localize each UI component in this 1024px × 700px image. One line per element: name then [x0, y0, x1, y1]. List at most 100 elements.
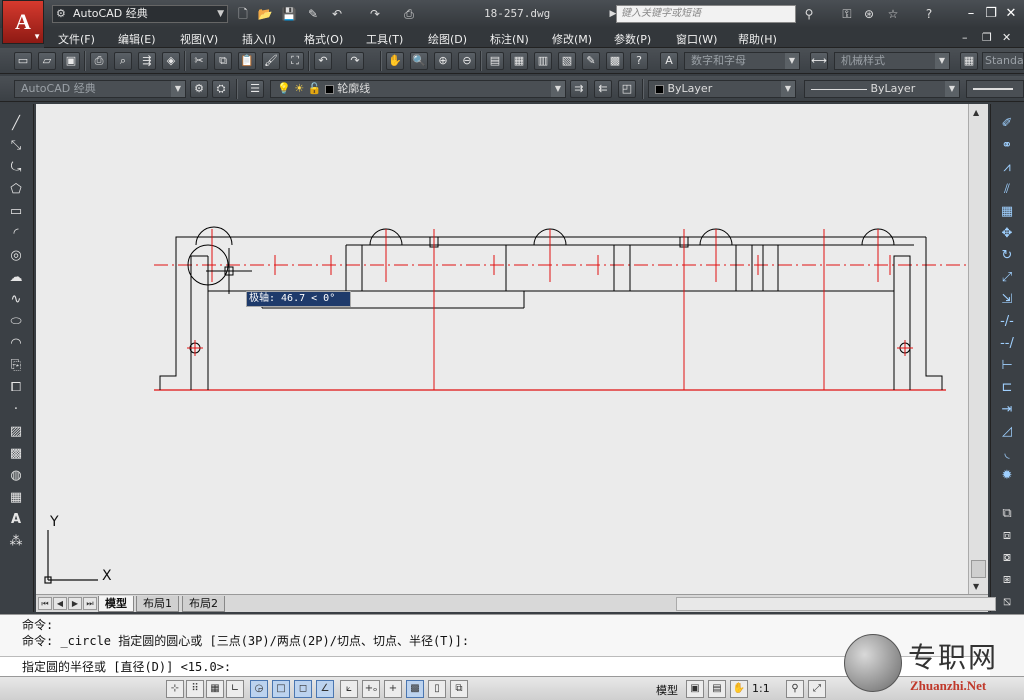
circle-icon[interactable]: ◎	[6, 246, 26, 266]
tab-layout1[interactable]: 布局1	[136, 596, 179, 612]
model-space-canvas[interactable]: Y X	[36, 104, 968, 594]
minimize-button[interactable]: –	[962, 5, 980, 23]
ellipse-arc-icon[interactable]: ◠	[6, 334, 26, 354]
multiline-text-icon[interactable]: A	[6, 510, 26, 530]
design-center-icon[interactable]: ▦	[510, 52, 528, 70]
point-icon[interactable]: ·	[6, 400, 26, 420]
model-space-label[interactable]: 模型	[656, 682, 678, 698]
3d-object-snap-icon[interactable]: ◻	[294, 680, 312, 698]
hatch-icon[interactable]: ▨	[6, 422, 26, 442]
paste-icon[interactable]: 📋	[238, 52, 256, 70]
layer-select[interactable]: 💡 ☀ 🔓 轮廓线 ▼	[270, 80, 566, 98]
redo-icon[interactable]: ↷	[346, 52, 364, 70]
trim-icon[interactable]: -/-	[997, 312, 1017, 332]
draw-order-icon[interactable]: ⧉	[997, 504, 1017, 524]
pan-status-icon[interactable]: ✋	[730, 680, 748, 698]
scroll-down-icon[interactable]: ▼	[973, 582, 979, 591]
grid-display-icon[interactable]: ▦	[206, 680, 224, 698]
new-file-icon[interactable]: 🗋	[234, 6, 252, 22]
block-editor-icon[interactable]: ⛶	[286, 52, 304, 70]
open-folder-icon[interactable]: 📂	[256, 6, 274, 22]
chamfer-icon[interactable]: ◿	[997, 422, 1017, 442]
dim-style-icon[interactable]: ⟷	[810, 52, 828, 70]
new-file-icon[interactable]: ▭	[14, 52, 32, 70]
menu-item-view[interactable]: 视图(V)	[180, 31, 218, 47]
join-icon[interactable]: ⇥	[997, 400, 1017, 420]
workspace-select[interactable]: AutoCAD 经典 ▼	[14, 80, 186, 98]
ortho-mode-icon[interactable]: ∟	[226, 680, 244, 698]
snap-mode-icon[interactable]: ⠿	[186, 680, 204, 698]
text-style-icon[interactable]: A	[660, 52, 678, 70]
extend-icon[interactable]: --/	[997, 334, 1017, 354]
make-current-layer-icon[interactable]: ⇉	[570, 80, 588, 98]
copy-icon[interactable]: ⧉	[214, 52, 232, 70]
polyline-icon[interactable]: ⤿	[6, 158, 26, 178]
zoom-realtime-icon[interactable]: 🔍	[410, 52, 428, 70]
menu-item-modify[interactable]: 修改(M)	[552, 31, 592, 47]
fillet-icon[interactable]: ◟	[997, 444, 1017, 464]
table-style-icon[interactable]: ▦	[960, 52, 978, 70]
undo-icon[interactable]: ↶	[314, 52, 332, 70]
menu-item-draw[interactable]: 绘图(D)	[428, 31, 467, 47]
menu-item-format[interactable]: 格式(O)	[304, 31, 343, 47]
quick-view-drawings-icon[interactable]: ▤	[708, 680, 726, 698]
text-style-select[interactable]: 数字和字母 ▼	[684, 52, 800, 70]
sheet-set-icon[interactable]: ▧	[558, 52, 576, 70]
tab-layout2[interactable]: 布局2	[182, 596, 225, 612]
markup-icon[interactable]: ✎	[582, 52, 600, 70]
binoculars-icon[interactable]: ⚲	[800, 6, 818, 22]
application-menu-button[interactable]: A ▼	[2, 0, 44, 44]
menu-item-tools[interactable]: 工具(T)	[366, 31, 403, 47]
print-icon[interactable]: ⎙	[90, 52, 108, 70]
vertical-scrollbar[interactable]: ▲ ▼	[968, 104, 988, 594]
rotate-icon[interactable]: ↻	[997, 246, 1017, 266]
help-icon[interactable]: ?	[630, 52, 648, 70]
add-selected-icon[interactable]: ⁂	[6, 532, 26, 552]
workspace-switcher[interactable]: ⚙ AutoCAD 经典 ▼	[52, 5, 228, 23]
revision-cloud-icon[interactable]: ☁	[6, 268, 26, 288]
save-as-icon[interactable]: ✎	[304, 6, 322, 22]
zoom-previous-icon[interactable]: ⊖	[458, 52, 476, 70]
array-icon[interactable]: ▦	[997, 202, 1017, 222]
workspace-settings-icon[interactable]: ⚙	[190, 80, 208, 98]
auto-scale-icon[interactable]: ⤢	[808, 680, 826, 698]
restore-button[interactable]: ❐	[982, 5, 1000, 23]
next-tab-icon[interactable]: ▶	[68, 597, 82, 610]
cut-icon[interactable]: ✂	[190, 52, 208, 70]
infer-constraints-icon[interactable]: ⊹	[166, 680, 184, 698]
allow-ucs-icon[interactable]: ⟀	[340, 680, 358, 698]
layer-properties-icon[interactable]: ☰	[246, 80, 264, 98]
offset-icon[interactable]: ⫽	[997, 180, 1017, 200]
ellipse-icon[interactable]: ⬭	[6, 312, 26, 332]
menu-item-dimension[interactable]: 标注(N)	[490, 31, 529, 47]
scroll-thumb[interactable]	[971, 560, 986, 578]
layer-state-icon[interactable]: ◰	[618, 80, 636, 98]
table-icon[interactable]: ▦	[6, 488, 26, 508]
pan-icon[interactable]: ✋	[386, 52, 404, 70]
save-icon[interactable]: 💾	[280, 6, 298, 22]
bring-above-icon[interactable]: ⧆	[997, 570, 1017, 590]
color-select[interactable]: ByLayer ▼	[648, 80, 796, 98]
menu-item-edit[interactable]: 编辑(E)	[118, 31, 156, 47]
publish-icon[interactable]: ⇶	[138, 52, 156, 70]
bring-front-icon[interactable]: ⧈	[997, 526, 1017, 546]
menu-item-parametric[interactable]: 参数(P)	[614, 31, 651, 47]
tool-palettes-icon[interactable]: ▥	[534, 52, 552, 70]
properties-icon[interactable]: ▤	[486, 52, 504, 70]
line-icon[interactable]: ╱	[6, 114, 26, 134]
gradient-icon[interactable]: ▩	[6, 444, 26, 464]
menu-item-window[interactable]: 窗口(W)	[676, 31, 717, 47]
mirror-icon[interactable]: ⩘	[997, 158, 1017, 178]
transparency-icon[interactable]: ▩	[406, 680, 424, 698]
selection-cycling-icon[interactable]: ⧉	[450, 680, 468, 698]
prev-tab-icon[interactable]: ◀	[53, 597, 67, 610]
help-search-input[interactable]: 键入关键字或短语	[616, 5, 796, 23]
arc-icon[interactable]: ◜	[6, 224, 26, 244]
construction-line-icon[interactable]: ⤡	[6, 136, 26, 156]
layer-previous-icon[interactable]: ⇇	[594, 80, 612, 98]
print-icon[interactable]: ⎙	[400, 6, 418, 22]
zoom-window-icon[interactable]: ⊕	[434, 52, 452, 70]
insert-block-icon[interactable]: ⎘	[6, 356, 26, 376]
close-button[interactable]: ✕	[1002, 5, 1020, 23]
spline-icon[interactable]: ∿	[6, 290, 26, 310]
